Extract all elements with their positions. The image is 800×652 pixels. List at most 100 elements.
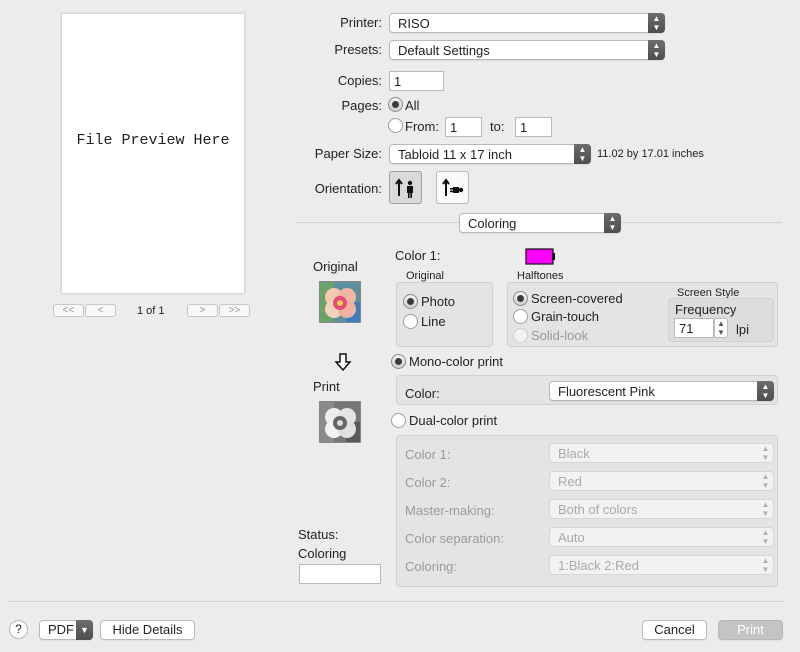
- print-button[interactable]: Print: [718, 620, 783, 640]
- frequency-field[interactable]: 71: [674, 318, 714, 338]
- orientation-landscape-button[interactable]: [436, 171, 469, 204]
- orientation-portrait-button[interactable]: [389, 171, 422, 204]
- master-making-select[interactable]: Both of colors ▲ ▼: [549, 499, 774, 519]
- printer-value: RISO: [398, 16, 430, 31]
- presets-select[interactable]: Default Settings ▲ ▼: [389, 40, 665, 60]
- flower-mono-image: [320, 402, 360, 442]
- master-making-value: Both of colors: [558, 502, 638, 517]
- copies-value: 1: [394, 74, 402, 89]
- chevron-down-icon: ▼: [76, 620, 93, 640]
- halftone-grain-touch-radio[interactable]: [513, 309, 528, 324]
- print-preview: File Preview Here: [62, 14, 244, 293]
- prev-page-button[interactable]: <: [85, 304, 116, 317]
- dual-color2-select[interactable]: Red ▲ ▼: [549, 471, 774, 491]
- dual-coloring-label: Coloring:: [405, 559, 458, 574]
- original-group-title: Original: [406, 270, 444, 282]
- halftone-grain-touch-label: Grain-touch: [531, 309, 599, 324]
- chevron-updown-icon: ▲ ▼: [761, 472, 770, 490]
- orientation-label: Orientation:: [314, 181, 382, 196]
- pages-all-radio[interactable]: [388, 97, 403, 112]
- original-thumbnail: [319, 281, 361, 323]
- dual-color-radio[interactable]: [391, 413, 406, 428]
- presets-label: Presets:: [334, 42, 382, 57]
- pages-all-label: All: [405, 98, 420, 113]
- pages-to-field[interactable]: 1: [515, 117, 552, 137]
- paper-size-select[interactable]: Tabloid 11 x 17 inch ▲ ▼: [389, 144, 591, 164]
- color-separation-select[interactable]: Auto ▲ ▼: [549, 527, 774, 547]
- copies-label: Copies:: [337, 73, 382, 88]
- chevron-updown-icon: ▲ ▼: [648, 13, 665, 33]
- help-button[interactable]: ?: [9, 620, 28, 639]
- mono-color-select[interactable]: Fluorescent Pink ▲ ▼: [549, 381, 774, 401]
- pages-to-value: 1: [520, 120, 528, 135]
- ink-cartridge-icon: [524, 247, 556, 269]
- last-page-button[interactable]: >>: [219, 304, 250, 317]
- chevron-updown-icon: ▲ ▼: [761, 444, 770, 462]
- cancel-button[interactable]: Cancel: [642, 620, 707, 640]
- copies-field[interactable]: 1: [389, 71, 444, 91]
- dual-color1-value: Black: [558, 446, 590, 461]
- halftone-screen-covered-radio[interactable]: [513, 291, 528, 306]
- section-select[interactable]: Coloring ▲ ▼: [459, 213, 621, 233]
- dual-coloring-select[interactable]: 1:Black 2:Red ▲ ▼: [549, 555, 774, 575]
- pdf-label: PDF: [48, 622, 74, 637]
- frequency-label: Frequency: [675, 302, 737, 317]
- original-photo-radio[interactable]: [403, 294, 418, 309]
- halftone-solid-look-radio[interactable]: [513, 328, 528, 343]
- pages-label: Pages:: [341, 98, 382, 113]
- paper-dimensions: 11.02 by 17.01 inches: [597, 148, 704, 160]
- printer-label: Printer:: [340, 15, 382, 30]
- frequency-value: 71: [679, 321, 694, 336]
- frequency-stepper[interactable]: ▲ ▼: [714, 318, 728, 338]
- pages-range-radio[interactable]: [388, 118, 403, 133]
- dual-color1-label: Color 1:: [405, 447, 451, 462]
- pages-from-field[interactable]: 1: [445, 117, 482, 137]
- page-indicator: 1 of 1: [137, 305, 165, 317]
- chevron-updown-icon: ▲ ▼: [757, 381, 774, 401]
- dual-color-label: Dual-color print: [409, 413, 498, 428]
- mono-color-value: Fluorescent Pink: [558, 384, 655, 399]
- preview-text: File Preview Here: [76, 132, 230, 149]
- dual-coloring-value: 1:Black 2:Red: [558, 558, 639, 573]
- presets-value: Default Settings: [398, 43, 490, 58]
- original-line-radio[interactable]: [403, 314, 418, 329]
- arrow-down-icon: [333, 352, 353, 375]
- frequency-unit: lpi: [736, 322, 750, 337]
- section-value: Coloring: [468, 216, 517, 231]
- paper-size-label: Paper Size:: [314, 146, 382, 161]
- first-page-button[interactable]: <<: [53, 304, 84, 317]
- pdf-button[interactable]: PDF ▼: [39, 620, 93, 640]
- halftone-screen-covered-label: Screen-covered: [531, 291, 623, 306]
- dual-color2-label: Color 2:: [405, 475, 451, 490]
- color1-label: Color 1:: [395, 248, 441, 263]
- pages-from-label: From:: [405, 119, 439, 134]
- mono-color-field-label: Color:: [405, 386, 440, 401]
- color-separation-value: Auto: [558, 530, 585, 545]
- pages-from-value: 1: [450, 120, 458, 135]
- chevron-updown-icon: ▲ ▼: [648, 40, 665, 60]
- chevron-updown-icon: ▲ ▼: [761, 528, 770, 546]
- chevron-updown-icon: ▲ ▼: [761, 556, 770, 574]
- next-page-button[interactable]: >: [187, 304, 218, 317]
- printer-select[interactable]: RISO ▲ ▼: [389, 13, 665, 33]
- color-separation-label: Color separation:: [405, 531, 504, 546]
- portrait-icon: [395, 178, 413, 198]
- dual-color1-select[interactable]: Black ▲ ▼: [549, 443, 774, 463]
- status-field: [299, 564, 381, 584]
- original-photo-label: Photo: [421, 294, 455, 309]
- chevron-updown-icon: ▲ ▼: [761, 500, 770, 518]
- original-line-label: Line: [421, 314, 446, 329]
- mono-color-radio[interactable]: [391, 354, 406, 369]
- landscape-icon: [442, 178, 464, 196]
- hide-details-button[interactable]: Hide Details: [100, 620, 195, 640]
- status-label: Status:: [298, 527, 339, 542]
- halftone-solid-look-label: Solid-look: [531, 328, 589, 343]
- flower-color-image: [320, 282, 360, 322]
- pages-to-label: to:: [490, 119, 505, 134]
- paper-size-value: Tabloid 11 x 17 inch: [398, 147, 512, 162]
- print-label: Print: [313, 379, 340, 394]
- mono-color-label: Mono-color print: [409, 354, 503, 369]
- status-value: Coloring: [298, 546, 347, 561]
- print-thumbnail: [319, 401, 361, 443]
- halftones-title: Halftones: [517, 270, 564, 282]
